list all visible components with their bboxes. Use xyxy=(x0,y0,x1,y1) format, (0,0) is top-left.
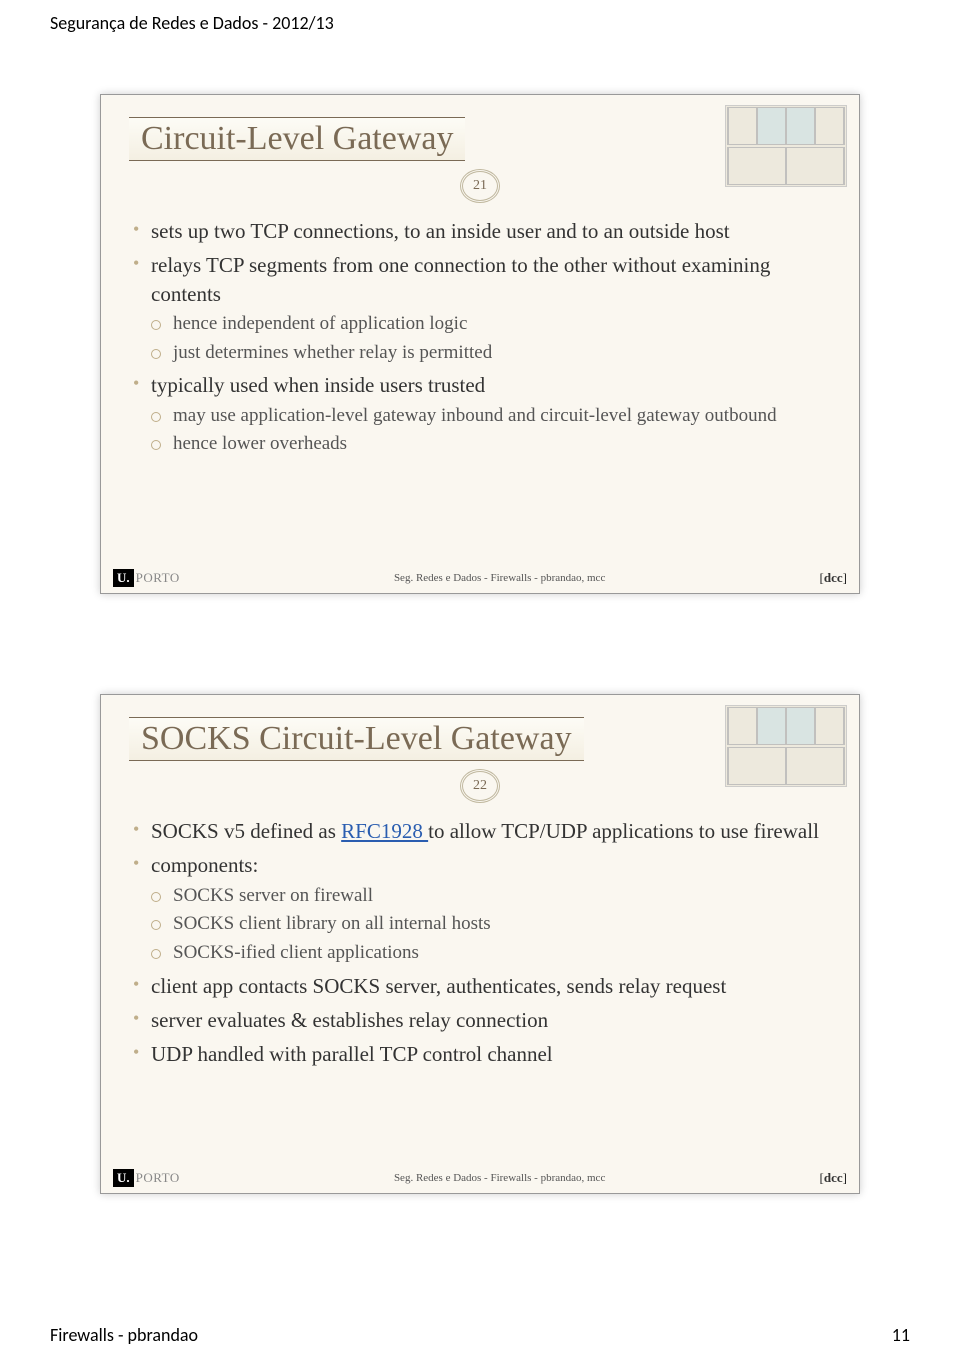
bullet: relays TCP segments from one connection … xyxy=(129,251,831,365)
slide-content: SOCKS v5 defined as RFC1928 to allow TCP… xyxy=(129,817,831,1069)
footer-caption: Seg. Redes e Dados - Firewalls - pbranda… xyxy=(394,572,605,584)
bullet: SOCKS v5 defined as RFC1928 to allow TCP… xyxy=(129,817,831,845)
sub-bullet: hence lower overheads xyxy=(151,432,831,457)
sub-bullet: SOCKS client library on all internal hos… xyxy=(151,912,831,937)
bullet: sets up two TCP connections, to an insid… xyxy=(129,217,831,245)
dcc-logo-icon: [dcc] xyxy=(820,1170,847,1186)
sub-bullet: SOCKS-ified client applications xyxy=(151,941,831,966)
page-number: 11 xyxy=(892,1324,910,1346)
bullet: server evaluates & establishes relay con… xyxy=(129,1006,831,1034)
slide-22: SOCKS Circuit-Level Gateway 22 SOCKS v5 … xyxy=(100,694,860,1194)
rfc1928-link[interactable]: RFC1928 xyxy=(341,819,428,843)
slide-number-badge: 21 xyxy=(460,169,500,203)
footer-left: Firewalls - pbrandao xyxy=(50,1324,198,1346)
sub-bullet: SOCKS server on firewall xyxy=(151,884,831,909)
slide-title: Circuit-Level Gateway xyxy=(129,117,465,161)
bullet: components: SOCKS server on firewall SOC… xyxy=(129,851,831,965)
slide-footer: U.PORTO Seg. Redes e Dados - Firewalls -… xyxy=(101,1167,859,1189)
porto-logo-icon: U.PORTO xyxy=(113,1169,180,1187)
porto-logo-icon: U.PORTO xyxy=(113,569,180,587)
dcc-logo-icon: [dcc] xyxy=(820,570,847,586)
slide-number-badge: 22 xyxy=(460,769,500,803)
sub-bullet: just determines whether relay is permitt… xyxy=(151,341,831,366)
sub-bullet: may use application-level gateway inboun… xyxy=(151,404,831,429)
page-header: Segurança de Redes e Dados - 2012/13 xyxy=(0,0,960,74)
bullet: UDP handled with parallel TCP control ch… xyxy=(129,1040,831,1068)
slide-footer: U.PORTO Seg. Redes e Dados - Firewalls -… xyxy=(101,567,859,589)
slide-content: sets up two TCP connections, to an insid… xyxy=(129,217,831,457)
bullet: client app contacts SOCKS server, authen… xyxy=(129,972,831,1000)
slide-21: Circuit-Level Gateway 21 sets up two TCP… xyxy=(100,94,860,594)
bullet: typically used when inside users trusted… xyxy=(129,371,831,457)
footer-caption: Seg. Redes e Dados - Firewalls - pbranda… xyxy=(394,1172,605,1184)
page-footer: Firewalls - pbrandao 11 xyxy=(0,1294,960,1366)
sub-bullet: hence independent of application logic xyxy=(151,312,831,337)
slide-title: SOCKS Circuit-Level Gateway xyxy=(129,717,584,761)
